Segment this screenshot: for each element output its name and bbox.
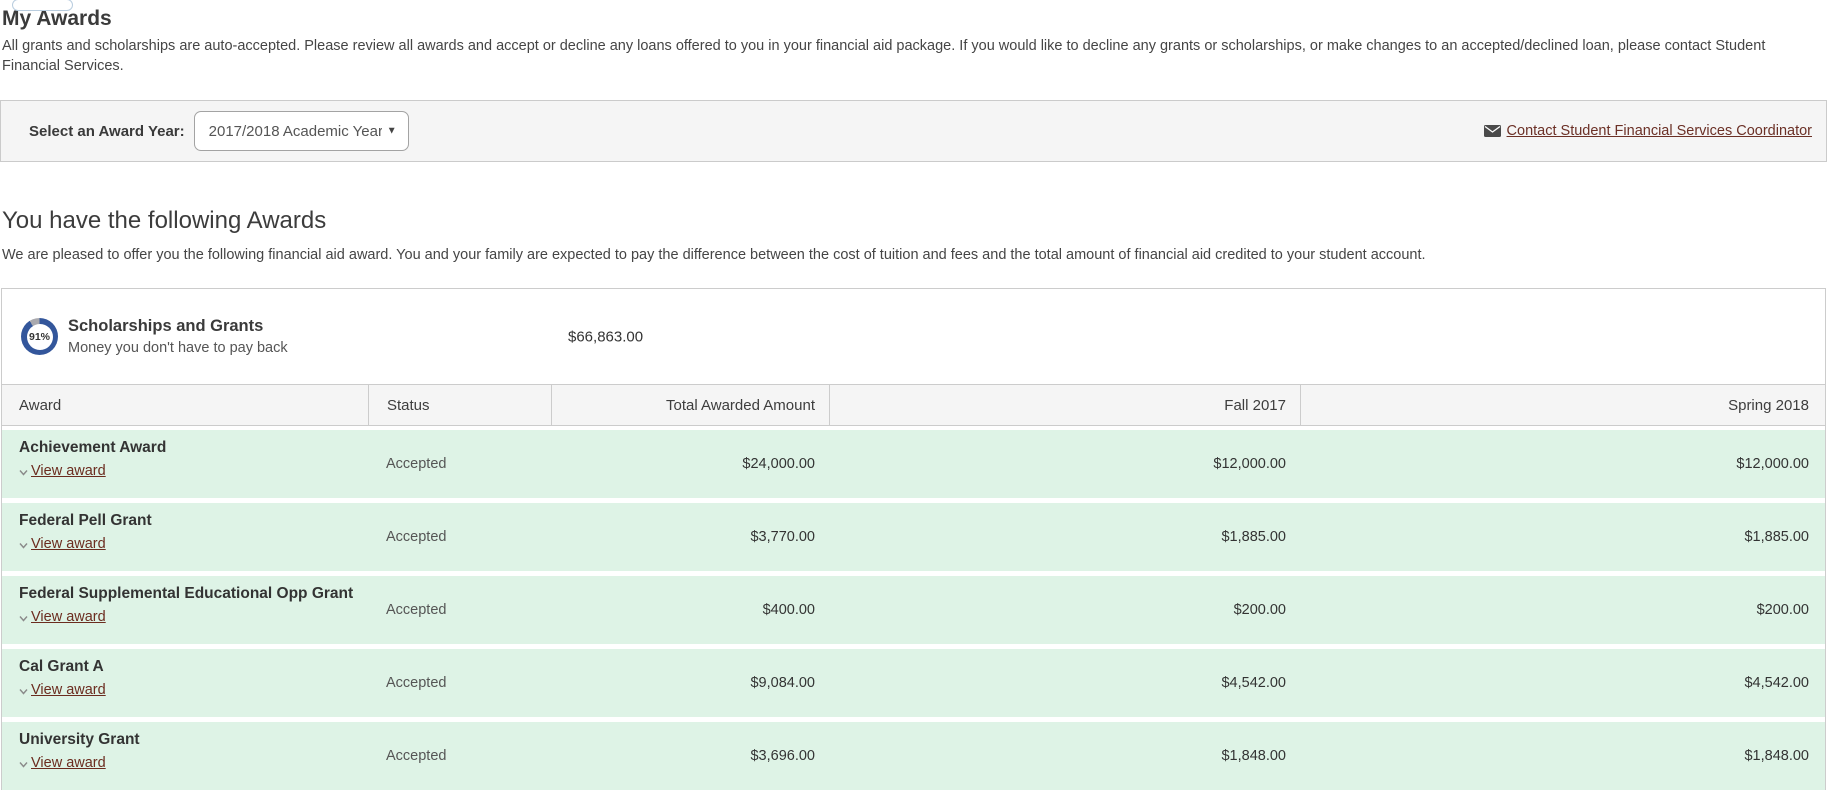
awards-table-header: Award Status Total Awarded Amount Fall 2… [2,384,1825,426]
award-spring-amount: $4,542.00 [1300,649,1825,717]
cut-off-top-button [12,0,73,11]
award-status: Accepted [368,430,551,498]
award-year-label: Select an Award Year: [29,123,185,140]
award-fall-amount: $12,000.00 [829,430,1300,498]
award-table-row: Cal Grant A View award Accepted $9,084.0… [2,649,1825,717]
award-name: Federal Pell Grant [19,512,368,530]
award-name: Achievement Award [19,439,368,457]
award-fall-amount: $200.00 [829,576,1300,644]
award-name: Cal Grant A [19,658,368,676]
view-award-line: View award [19,536,368,552]
award-year-select-wrap: 2017/2018 Academic Year ▼ [194,111,409,151]
page-title: My Awards [2,7,1827,31]
column-header-spring: Spring 2018 [1300,385,1825,425]
chevron-down-icon [19,761,28,768]
award-table-row: University Grant View award Accepted $3,… [2,722,1825,790]
view-award-line: View award [19,755,368,771]
view-award-link[interactable]: View award [31,755,106,771]
view-award-line: View award [19,682,368,698]
view-award-line: View award [19,463,368,479]
award-status: Accepted [368,722,551,790]
summary-subtitle: Money you don't have to pay back [68,340,288,356]
percent-value: 91% [27,324,53,350]
award-fall-amount: $1,885.00 [829,503,1300,571]
award-year-select[interactable]: 2017/2018 Academic Year [194,111,409,151]
chevron-down-icon [19,469,28,476]
percent-donut-chart: 91% [21,318,58,355]
envelope-icon [1484,125,1501,137]
award-spring-amount: $200.00 [1300,576,1825,644]
award-status: Accepted [368,503,551,571]
award-total-amount: $3,770.00 [551,503,829,571]
award-spring-amount: $12,000.00 [1300,430,1825,498]
view-award-link[interactable]: View award [31,682,106,698]
award-table-row: Achievement Award View award Accepted $2… [2,430,1825,498]
award-cell: University Grant View award [2,722,368,790]
chevron-down-icon [19,542,28,549]
award-spring-amount: $1,885.00 [1300,503,1825,571]
award-cell: Achievement Award View award [2,430,368,498]
awards-section-description: We are pleased to offer you the followin… [2,245,1792,265]
view-award-link[interactable]: View award [31,536,106,552]
view-award-line: View award [19,609,368,625]
awards-panel: 91% Scholarships and Grants Money you do… [1,288,1826,790]
chevron-down-icon [19,615,28,622]
award-table-row: Federal Supplemental Educational Opp Gra… [2,576,1825,644]
award-cell: Cal Grant A View award [2,649,368,717]
contact-coordinator-label: Contact Student Financial Services Coord… [1507,123,1812,139]
award-cell: Federal Pell Grant View award [2,503,368,571]
summary-total-amount: $66,863.00 [568,328,643,345]
intro-text: All grants and scholarships are auto-acc… [2,36,1792,76]
summary-title: Scholarships and Grants [68,317,288,336]
award-fall-amount: $1,848.00 [829,722,1300,790]
column-header-award: Award [2,385,368,425]
contact-coordinator-link[interactable]: Contact Student Financial Services Coord… [1484,123,1812,139]
chevron-down-icon [19,688,28,695]
summary-text: Scholarships and Grants Money you don't … [68,317,288,356]
awards-table-body: Achievement Award View award Accepted $2… [2,426,1825,790]
awards-section-heading: You have the following Awards [2,206,1827,236]
column-header-total: Total Awarded Amount [551,385,829,425]
award-year-bar: Select an Award Year: 2017/2018 Academic… [0,100,1827,162]
award-total-amount: $400.00 [551,576,829,644]
award-cell: Federal Supplemental Educational Opp Gra… [2,576,368,644]
award-total-amount: $3,696.00 [551,722,829,790]
award-total-amount: $24,000.00 [551,430,829,498]
award-name: University Grant [19,731,368,749]
award-total-amount: $9,084.00 [551,649,829,717]
award-spring-amount: $1,848.00 [1300,722,1825,790]
award-status: Accepted [368,649,551,717]
award-status: Accepted [368,576,551,644]
view-award-link[interactable]: View award [31,609,106,625]
column-header-fall: Fall 2017 [829,385,1300,425]
column-header-status: Status [368,385,551,425]
award-fall-amount: $4,542.00 [829,649,1300,717]
award-name: Federal Supplemental Educational Opp Gra… [19,585,368,603]
scholarships-summary: 91% Scholarships and Grants Money you do… [2,289,1825,384]
view-award-link[interactable]: View award [31,463,106,479]
award-table-row: Federal Pell Grant View award Accepted $… [2,503,1825,571]
